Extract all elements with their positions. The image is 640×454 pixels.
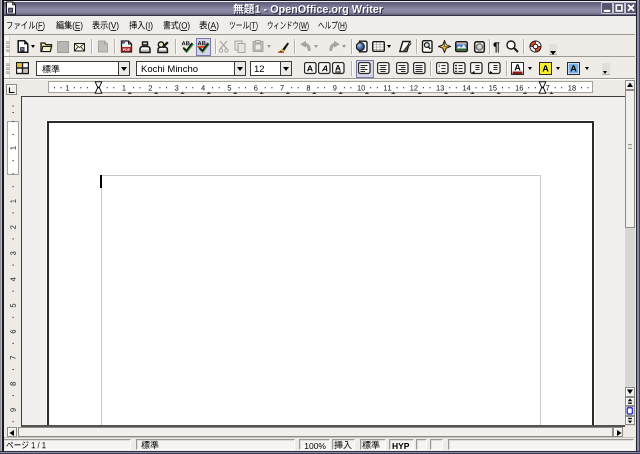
svg-text:PDF: PDF bbox=[123, 48, 131, 52]
